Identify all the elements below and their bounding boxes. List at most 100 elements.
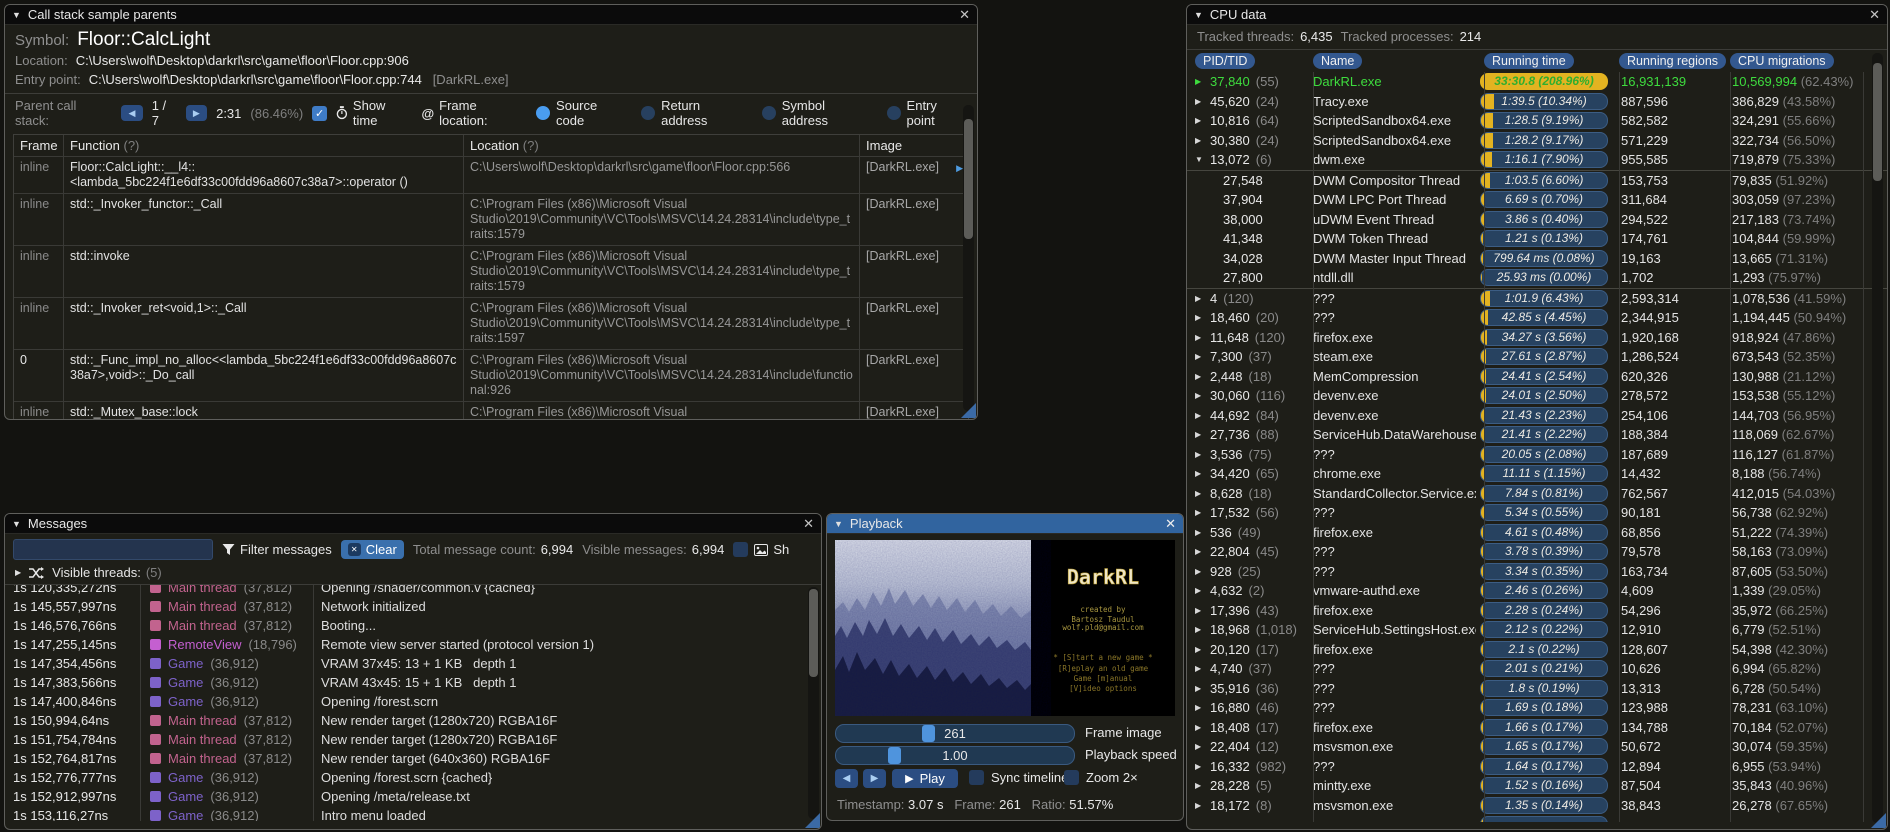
expand-arrow-icon[interactable]: ▶ — [1195, 684, 1204, 693]
column-header-cpu-migrations[interactable]: CPU migrations — [1730, 53, 1834, 69]
cpu-row[interactable]: 41,348 DWM Token Thread 1.21 s (0.13%) 174,… — [1187, 229, 1887, 249]
close-icon[interactable]: ✕ — [1165, 517, 1176, 530]
cpu-row[interactable]: ▶ 7,300 (37) steam.exe 27.61 s (2.87%) 1,286,… — [1187, 347, 1887, 367]
expand-arrow-icon[interactable]: ▶ — [1195, 528, 1204, 537]
cpu-row[interactable]: ▶ 4,632 (2) vmware-authd.exe 2.46 s (0.26%) 4… — [1187, 581, 1887, 601]
frame-image-slider[interactable]: 261 — [835, 724, 1075, 743]
callstack-titlebar[interactable]: ▼ Call stack sample parents ✕ — [5, 5, 977, 25]
expand-threads-icon[interactable]: ▶ — [15, 568, 21, 577]
cpu-row[interactable]: ▶ 18,968 (1,018) ServiceHub.SettingsHost.ex… — [1187, 620, 1887, 640]
cpu-row[interactable]: ▶ 34,420 (65) chrome.exe 11.11 s (1.15%) 14,4… — [1187, 464, 1887, 484]
next-callstack-button[interactable]: ▶ — [185, 105, 208, 121]
frame-location-option[interactable]: Source code — [536, 98, 627, 128]
filter-input[interactable] — [13, 539, 213, 560]
playback-titlebar[interactable]: ▼ Playback ✕ — [827, 514, 1183, 534]
cpu-row[interactable]: ▶ 45,620 (24) Tracy.exe 1:39.5 (10.34%) 887,5… — [1187, 92, 1887, 112]
clear-button[interactable]: ✕ Clear — [340, 540, 404, 559]
callstack-scrollbar-handle[interactable] — [964, 119, 973, 239]
close-icon[interactable]: ✕ — [959, 8, 970, 21]
expand-arrow-icon[interactable]: ▶ — [1195, 372, 1204, 381]
expand-arrow-icon[interactable]: ▶ — [1195, 664, 1204, 673]
callstack-scrollbar[interactable] — [963, 105, 974, 411]
expand-arrow-icon[interactable]: ▶ — [1195, 411, 1204, 420]
messages-titlebar[interactable]: ▼ Messages ✕ — [5, 514, 821, 534]
expand-arrow-icon[interactable]: ▶ — [1195, 762, 1204, 771]
resize-grip[interactable] — [805, 813, 820, 828]
cpu-row[interactable]: 34,028 DWM Master Input Thread 799.64 ms (… — [1187, 249, 1887, 269]
expand-arrow-icon[interactable]: ▶ — [1195, 352, 1204, 361]
cpu-row[interactable]: ▶ 30,060 (116) devenv.exe 24.01 s (2.50%) 278… — [1187, 386, 1887, 406]
expand-arrow-icon[interactable]: ▶ — [1195, 430, 1204, 439]
expand-arrow-icon[interactable]: ▶ — [1195, 781, 1204, 790]
col-frame[interactable]: Frame — [14, 135, 64, 156]
cpu-row[interactable]: ▶ 8,628 (18) StandardCollector.Service.exe 7… — [1187, 484, 1887, 504]
sync-timeline-checkbox[interactable] — [969, 770, 984, 785]
radio-icon[interactable] — [761, 106, 776, 120]
collapse-icon[interactable]: ▼ — [12, 519, 21, 529]
messages-scrollbar[interactable] — [808, 587, 819, 819]
frame-location-option[interactable]: Entry point — [886, 98, 967, 128]
location-hint[interactable]: (?) — [523, 138, 539, 153]
cpu-row[interactable]: ▶ 2,448 (18) MemCompression 24.41 s (2.54%) 6… — [1187, 367, 1887, 387]
expand-arrow-icon[interactable]: ▶ — [1195, 294, 1204, 303]
expand-arrow-icon[interactable]: ▶ — [1195, 136, 1204, 145]
cpu-row[interactable]: ▶ 4 (120)??? 1:01.9 (6.43%) 2,593,314 1,078,5… — [1187, 289, 1887, 309]
resize-grip[interactable] — [1871, 813, 1886, 828]
frame-location-option[interactable]: Symbol address — [761, 98, 873, 128]
cpu-row[interactable]: ▶ 928 (25)??? 3.34 s (0.35%) 163,734 87,605 (… — [1187, 562, 1887, 582]
cpu-row[interactable]: 27,800 ntdll.dll 25.93 ms (0.00%) 1,702 1,29… — [1187, 268, 1887, 289]
cpu-row[interactable]: ▶ 11,648 (120) firefox.exe 34.27 s (3.56%) 1,… — [1187, 328, 1887, 348]
cpu-row[interactable]: ▶ 16,332 (982)??? 1.64 s (0.17%) 12,894 6,955… — [1187, 757, 1887, 777]
cpu-row[interactable]: ▼ 13,072 (6) dwm.exe 1:16.1 (7.90%) 955,585 71… — [1187, 150, 1887, 170]
cpu-row[interactable]: ▶ 37,840 (55) DarkRL.exe 33:30.8 (208.96%) 16… — [1187, 72, 1887, 92]
radio-icon[interactable] — [886, 106, 901, 120]
radio-icon[interactable] — [536, 106, 551, 120]
playback-speed-slider[interactable]: 1.00 — [835, 746, 1075, 765]
col-function[interactable]: Function (?) — [64, 135, 464, 156]
expand-arrow-icon[interactable]: ▶ — [1195, 723, 1204, 732]
messages-scrollbar-handle[interactable] — [809, 589, 818, 677]
cpu-row[interactable]: 38,000 uDWM Event Thread 3.86 s (0.40%) 294… — [1187, 210, 1887, 230]
cpu-scrollbar-handle[interactable] — [1873, 63, 1882, 181]
close-icon[interactable]: ✕ — [1869, 8, 1880, 21]
column-header-running-time[interactable]: Running time — [1484, 53, 1574, 69]
expand-arrow-icon[interactable]: ▼ — [1195, 155, 1204, 164]
cpu-row[interactable]: ▶ 20,120 (17) firefox.exe 2.1 s (0.22%) 128,6… — [1187, 640, 1887, 660]
zoom-2x-checkbox[interactable] — [1064, 770, 1079, 785]
cpu-row[interactable]: ▶ 536 (49) firefox.exe 4.61 s (0.48%) 68,856 5… — [1187, 523, 1887, 543]
cpu-row[interactable]: ▶ 30,380 (24) ScriptedSandbox64.exe 1:28.2 (… — [1187, 131, 1887, 151]
function-hint[interactable]: (?) — [124, 138, 140, 153]
collapse-icon[interactable]: ▼ — [834, 519, 843, 529]
cpu-row[interactable]: ▶ 35,916 (36)??? 1.8 s (0.19%) 13,313 6,728 (… — [1187, 679, 1887, 699]
expand-arrow-icon[interactable]: ▶ — [1195, 77, 1204, 86]
expand-arrow-icon[interactable]: ▶ — [1195, 801, 1204, 810]
cpu-row[interactable]: 27,548 DWM Compositor Thread 1:03.5 (6.60%… — [1187, 169, 1887, 191]
cpu-row[interactable]: ▶ 27,736 (88) ServiceHub.DataWarehouse 21.41… — [1187, 425, 1887, 445]
cpu-row[interactable]: ▶ 22,404 (12) msvsmon.exe 1.65 s (0.17%) 50,6… — [1187, 737, 1887, 757]
collapse-icon[interactable]: ▼ — [12, 10, 21, 20]
expand-arrow-icon[interactable]: ▶ — [1195, 450, 1204, 459]
play-button[interactable]: ▶ Play — [892, 769, 958, 788]
cpu-row[interactable]: ▶ 17,396 (43) firefox.exe 2.28 s (0.24%) 54,2… — [1187, 601, 1887, 621]
expand-arrow-icon[interactable]: ▶ — [1195, 333, 1204, 342]
frame-location-option[interactable]: Return address — [641, 98, 748, 128]
cpu-row[interactable]: 37,904 DWM LPC Port Thread 6.69 s (0.70%) 3… — [1187, 190, 1887, 210]
expand-arrow-icon[interactable]: ▶ — [1195, 625, 1204, 634]
cpu-row[interactable]: ▶ 18,172 (8) msvsmon.exe 1.35 s (0.14%) 38,84… — [1187, 796, 1887, 816]
expand-arrow-icon[interactable]: ▶ — [1195, 742, 1204, 751]
step-forward-button[interactable]: ▶ — [863, 769, 886, 788]
col-image[interactable]: Image — [860, 135, 968, 156]
cpu-titlebar[interactable]: ▼ CPU data ✕ — [1187, 5, 1887, 25]
column-header-name[interactable]: Name — [1313, 53, 1363, 69]
expand-arrow-icon[interactable]: ▶ — [1195, 489, 1204, 498]
expand-arrow-icon[interactable]: ▶ — [1195, 567, 1204, 576]
expand-arrow-icon[interactable]: ▶ — [1195, 313, 1204, 322]
step-back-button[interactable]: ◀ — [835, 769, 858, 788]
expand-arrow-icon[interactable]: ▶ — [1195, 97, 1204, 106]
expand-arrow-icon[interactable]: ▶ — [1195, 606, 1204, 615]
cpu-row[interactable] — [1187, 815, 1887, 822]
expand-arrow-icon[interactable]: ▶ — [1195, 703, 1204, 712]
expand-arrow-icon[interactable]: ▶ — [1195, 469, 1204, 478]
expand-arrow-icon[interactable]: ▶ — [1195, 586, 1204, 595]
cpu-scrollbar[interactable] — [1872, 53, 1883, 823]
